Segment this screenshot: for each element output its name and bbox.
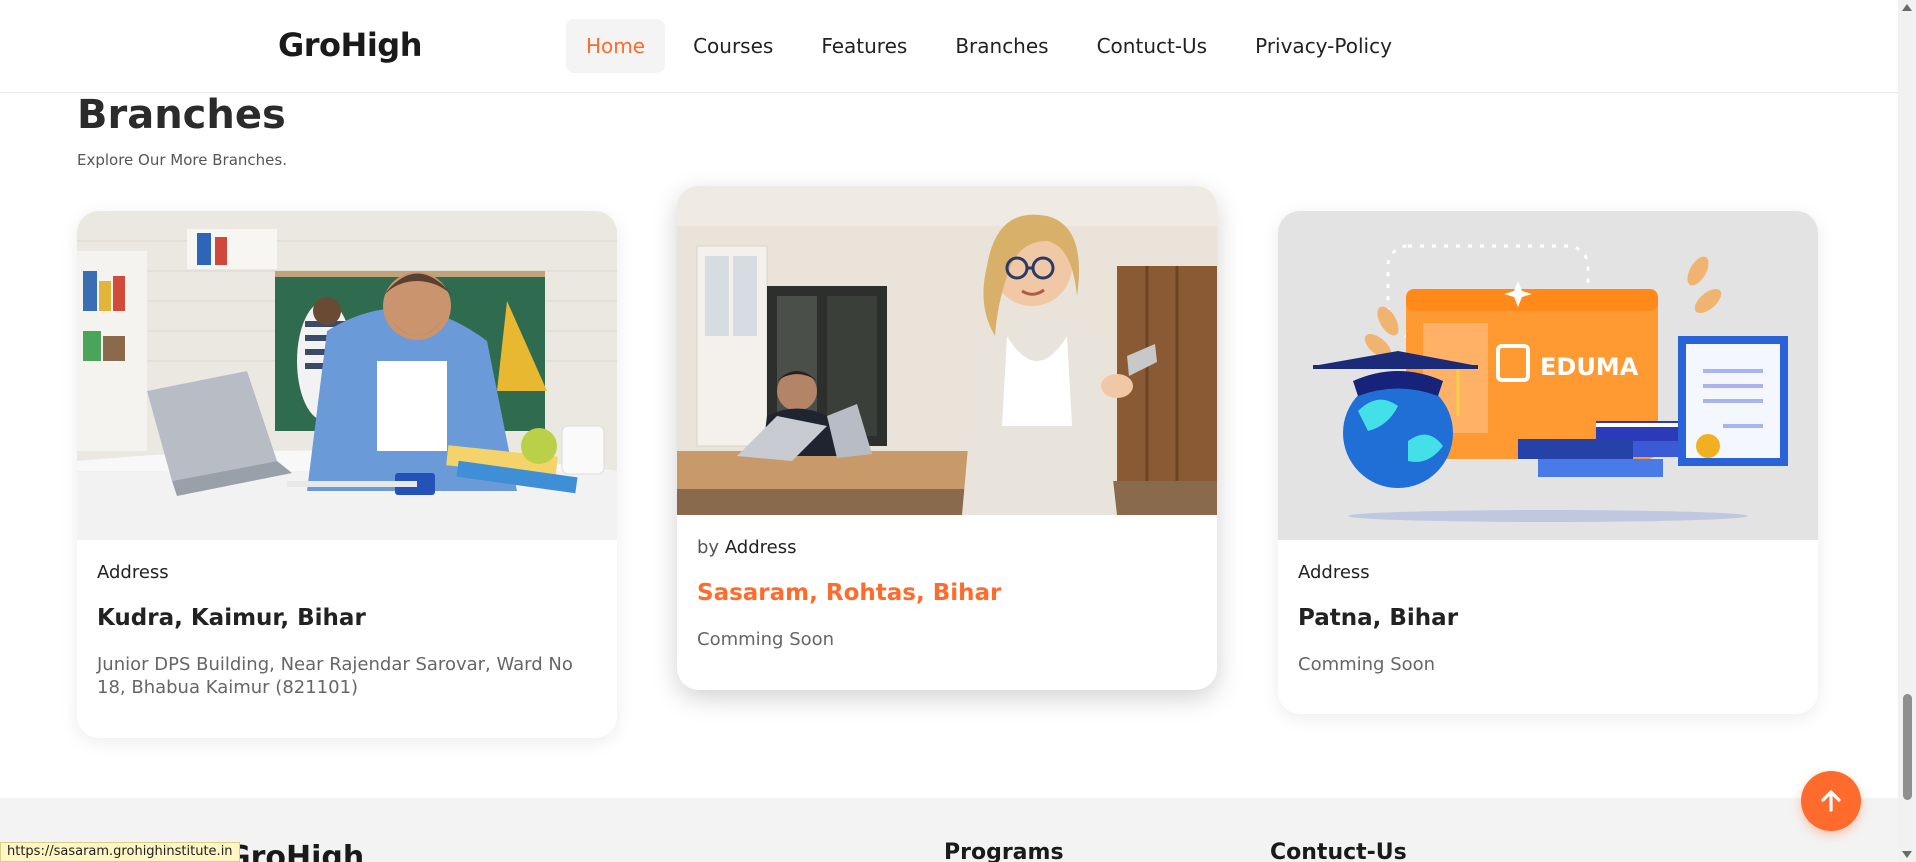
branch-description: Comming Soon	[1298, 654, 1436, 675]
scroll-to-top-button[interactable]	[1801, 771, 1861, 831]
nav-branches[interactable]: Branches	[935, 19, 1068, 73]
footer-programs-heading: Programs	[944, 840, 1064, 862]
nav-courses[interactable]: Courses	[673, 19, 793, 73]
branch-place[interactable]: Sasaram, Rohtas, Bihar	[697, 580, 1197, 606]
section-title: Branches	[77, 92, 286, 138]
site-header: GroHigh Home Courses Features Branches C…	[0, 0, 1898, 93]
scrollbar-thumb[interactable]	[1903, 694, 1912, 800]
nav-home[interactable]: Home	[566, 19, 666, 73]
footer-contact-heading: Contuct-Us	[1270, 840, 1407, 862]
nav-privacy[interactable]: Privacy-Policy	[1235, 19, 1412, 73]
site-footer: GroHigh Programs Contuct-Us	[0, 798, 1898, 862]
branch-card-sasaram[interactable]: by Address Sasaram, Rohtas, Bihar Commin…	[677, 186, 1217, 690]
branch-place[interactable]: Patna, Bihar	[1298, 605, 1798, 631]
status-bar-url: https://sasaram.grohighinstitute.in	[0, 842, 240, 862]
eduma-logo-text: EDUMA	[1540, 353, 1639, 381]
branch-card-kudra[interactable]: Address Kudra, Kaimur, Bihar Junior DPS …	[77, 211, 617, 738]
page-scrollbar[interactable]	[1898, 0, 1916, 862]
site-logo[interactable]: GroHigh	[278, 26, 422, 64]
scroll-down-arrow-icon[interactable]	[1902, 851, 1912, 858]
branch-place[interactable]: Kudra, Kaimur, Bihar	[97, 605, 597, 631]
footer-logo[interactable]: GroHigh	[226, 840, 364, 862]
branch-address-label: Address	[97, 562, 169, 583]
branch-card-patna[interactable]: EDUMA Address Patna, Bihar Comming Soon	[1278, 211, 1818, 714]
nav-contact[interactable]: Contuct-Us	[1077, 19, 1228, 73]
arrow-up-icon	[1821, 790, 1841, 812]
main-nav: Home Courses Features Branches Contuct-U…	[566, 19, 1412, 73]
branch-description: Comming Soon	[697, 629, 835, 650]
branch-address-label: Address	[1298, 562, 1370, 583]
scroll-up-arrow-icon[interactable]	[1902, 4, 1912, 11]
nav-features[interactable]: Features	[801, 19, 927, 73]
branch-image-classroom	[77, 211, 617, 540]
branch-image-eduma: EDUMA	[1278, 211, 1818, 540]
address-label-text: Address	[724, 537, 797, 558]
branch-address-label: by Address	[697, 537, 1197, 558]
branch-description: Junior DPS Building, Near Rajendar Sarov…	[97, 654, 573, 698]
branch-image-office	[677, 186, 1217, 515]
section-subtitle: Explore Our More Branches.	[77, 151, 287, 169]
by-label: by	[697, 537, 720, 558]
